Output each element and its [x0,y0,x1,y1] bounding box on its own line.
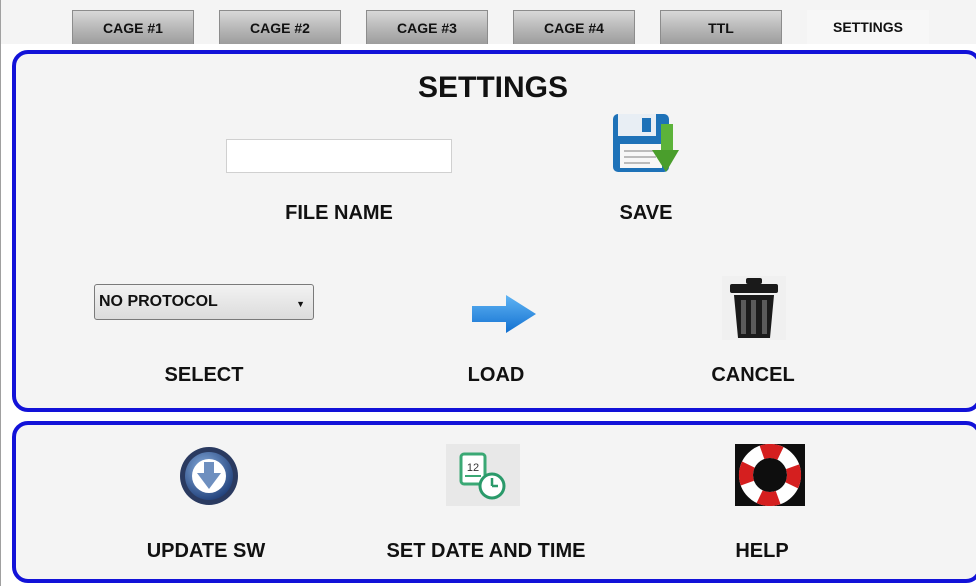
protocol-select-value: NO PROTOCOL [99,293,218,310]
chevron-down-icon: ▼ [296,299,305,309]
file-name-label: FILE NAME [285,202,393,224]
save-label: SAVE [619,202,673,224]
arrow-right-icon[interactable] [470,293,538,335]
trash-icon[interactable] [722,276,786,340]
tab-cage-3[interactable]: CAGE #3 [366,10,488,44]
set-date-time-label: SET DATE AND TIME [386,540,586,562]
floppy-save-icon[interactable] [612,112,680,176]
tab-settings[interactable]: SETTINGS [807,10,929,44]
tab-cage-2[interactable]: CAGE #2 [219,10,341,44]
file-name-input[interactable] [226,139,452,173]
lifebuoy-icon[interactable] [735,444,805,506]
tab-cage-4[interactable]: CAGE #4 [513,10,635,44]
help-label: HELP [735,540,789,562]
tab-cage-1[interactable]: CAGE #1 [72,10,194,44]
page-title: SETTINGS [417,71,569,104]
cancel-label: CANCEL [711,364,795,386]
tab-bar: CAGE #1 CAGE #2 CAGE #3 CAGE #4 TTL SETT… [0,0,976,44]
tab-ttl[interactable]: TTL [660,10,782,44]
window-left-border [0,44,1,586]
select-label: SELECT [164,364,244,386]
calendar-number: 12 [467,462,479,474]
load-label: LOAD [467,364,525,386]
calendar-clock-icon[interactable]: 12 [446,444,520,506]
protocol-select[interactable]: NO PROTOCOL ▼ [94,284,314,320]
download-circle-icon[interactable] [178,445,240,507]
update-sw-label: UPDATE SW [146,540,266,562]
